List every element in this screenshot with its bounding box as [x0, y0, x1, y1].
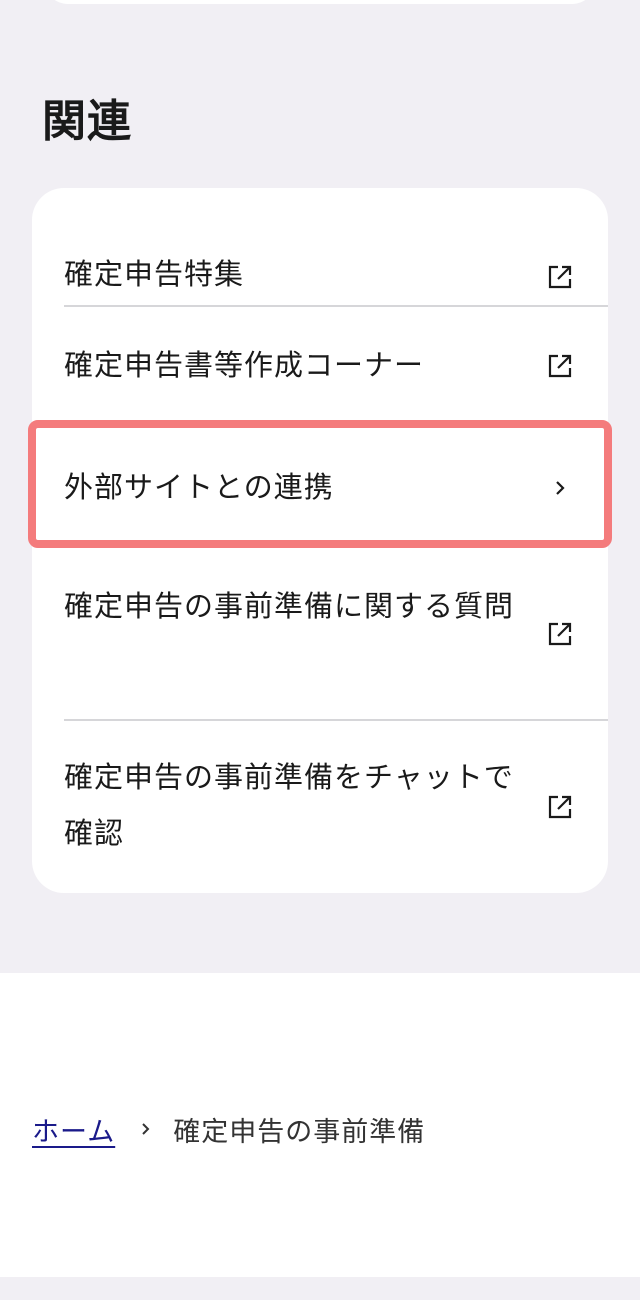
related-item-jizen-junbi-shitsumon[interactable]: 確定申告の事前準備に関する質問 — [32, 550, 608, 720]
breadcrumb-home-link[interactable]: ホーム — [32, 1110, 115, 1149]
related-heading: 関連 — [42, 96, 132, 147]
external-link-icon — [546, 263, 574, 291]
previous-card — [44, 0, 596, 4]
related-item-label: 確定申告の事前準備に関する質問 — [64, 589, 515, 623]
footer-edge — [0, 1277, 640, 1300]
external-link-icon — [546, 793, 574, 821]
related-item-gaibu-site-renkei[interactable]: 外部サイトとの連携 — [32, 432, 608, 544]
breadcrumb-current: 確定申告の事前準備 — [173, 1116, 426, 1148]
related-item-label: 外部サイトとの連携 — [64, 470, 334, 504]
related-links-card: 確定申告特集 確定申告書等作成コーナー 外部サイトとの連携 確定申告の事前準備に… — [32, 188, 608, 893]
chevron-right-icon — [546, 474, 574, 502]
breadcrumb: ホーム 確定申告の事前準備 — [32, 1104, 425, 1154]
related-section: 関連 確定申告特集 確定申告書等作成コーナー 外部サイトとの連携 確定申告の事前… — [0, 0, 640, 973]
external-link-icon — [546, 620, 574, 648]
external-link-icon — [546, 352, 574, 380]
related-item-jizen-junbi-chat[interactable]: 確定申告の事前準備をチャットで確認 — [32, 721, 608, 893]
related-item-sakusei-corner[interactable]: 確定申告書等作成コーナー — [32, 307, 608, 425]
related-item-label: 確定申告書等作成コーナー — [64, 348, 425, 382]
related-item-label: 確定申告の事前準備をチャットで確認 — [64, 760, 514, 850]
related-item-label: 確定申告特集 — [64, 257, 245, 291]
chevron-right-icon — [139, 1119, 153, 1139]
